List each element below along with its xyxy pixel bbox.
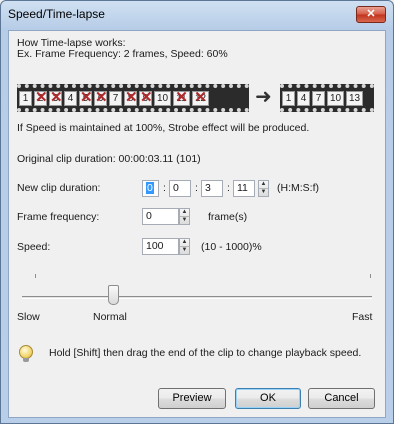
frame-frequency-unit: frame(s) [208, 211, 248, 223]
speed-field[interactable]: 100 [142, 238, 179, 255]
spin-up-icon[interactable]: ▲ [180, 209, 189, 217]
slider-fast-label: Fast [352, 311, 373, 323]
film-frame: 7 [312, 90, 325, 106]
duration-spinner[interactable]: ▲ ▼ [258, 180, 269, 197]
speed-slider-thumb[interactable] [108, 285, 119, 305]
close-button[interactable]: ✕ [356, 6, 386, 23]
speed-spinner[interactable]: ▲ ▼ [179, 238, 190, 255]
dropped-frame-cross-icon: ✕ [80, 88, 93, 106]
lightbulb-icon [19, 345, 33, 362]
speed-label: Speed: [17, 241, 51, 253]
dropped-frame-cross-icon: ✕ [194, 88, 207, 106]
duration-minutes-field[interactable]: 0 [169, 180, 191, 197]
dropped-frame-cross-icon: ✕ [125, 88, 138, 106]
duration-format-hint: (H:M:S:f) [277, 182, 319, 194]
frame-frequency-field[interactable]: 0 [142, 208, 179, 225]
film-frame: 6 ✕ [94, 88, 108, 106]
film-frame: 4 [297, 90, 310, 106]
film-frame: 11 ✕ [173, 88, 190, 106]
source-film-strip: 1 2 ✕ 3 ✕ 4 5 ✕ 6 ✕ 7 8 ✕ 9 ✕ 10 11 ✕ 12 ✕ [17, 84, 249, 112]
dialog-body: How Time-lapse works: Ex. Frame Frequenc… [8, 30, 386, 418]
film-frame: 5 ✕ [79, 88, 93, 106]
duration-frames-field[interactable]: 11 [233, 180, 255, 197]
frame-frequency-spinner[interactable]: ▲ ▼ [179, 208, 190, 225]
film-frame: 1 [19, 90, 32, 106]
info-example: Ex. Frame Frequency: 2 frames, Speed: 60… [17, 48, 228, 60]
ok-button[interactable]: OK [235, 388, 301, 409]
preview-button[interactable]: Preview [158, 388, 226, 409]
duration-separator: : [163, 182, 166, 194]
speed-range-hint: (10 - 1000)% [201, 241, 262, 253]
title-bar[interactable]: Speed/Time-lapse ✕ [1, 1, 393, 29]
film-frame: 13 [346, 90, 363, 106]
spin-up-icon[interactable]: ▲ [259, 181, 268, 189]
spin-up-icon[interactable]: ▲ [180, 239, 189, 247]
film-frame: 3 ✕ [49, 88, 63, 106]
duration-separator: : [227, 182, 230, 194]
film-frame: 9 ✕ [139, 88, 153, 106]
window-title: Speed/Time-lapse [8, 7, 105, 21]
speed-slider-track[interactable] [22, 296, 372, 299]
close-icon: ✕ [366, 8, 376, 20]
duration-hours-field[interactable]: 0 [142, 180, 159, 197]
film-frame: 8 ✕ [124, 88, 138, 106]
film-frame: 10 [327, 90, 344, 106]
film-frame: 2 ✕ [34, 88, 48, 106]
slider-slow-label: Slow [17, 311, 40, 323]
slider-tick [35, 274, 36, 278]
dropped-frame-cross-icon: ✕ [50, 88, 63, 106]
slider-normal-label: Normal [93, 311, 127, 323]
arrow-right-icon: ➜ [255, 86, 272, 108]
new-duration-label: New clip duration: [17, 182, 101, 194]
film-frame: 4 [64, 90, 77, 106]
dropped-frame-cross-icon: ✕ [35, 88, 48, 106]
dropped-frame-cross-icon: ✕ [140, 88, 153, 106]
strobe-note: If Speed is maintained at 100%, Strobe e… [17, 122, 310, 134]
duration-seconds-field[interactable]: 3 [201, 180, 223, 197]
spin-down-icon[interactable]: ▼ [180, 247, 189, 255]
slider-tick [370, 274, 371, 278]
film-frame: 7 [109, 90, 122, 106]
spin-down-icon[interactable]: ▼ [259, 189, 268, 197]
dropped-frame-cross-icon: ✕ [95, 88, 108, 106]
film-frame: 10 [154, 90, 171, 106]
dropped-frame-cross-icon: ✕ [175, 88, 188, 106]
result-film-strip: 1 4 7 10 13 [280, 84, 374, 112]
spin-down-icon[interactable]: ▼ [180, 217, 189, 225]
film-frame: 12 ✕ [192, 88, 209, 106]
original-clip-duration: Original clip duration: 00:00:03.11 (101… [17, 153, 201, 165]
tip-text: Hold [Shift] then drag the end of the cl… [49, 347, 362, 359]
cancel-button[interactable]: Cancel [308, 388, 375, 409]
frame-frequency-label: Frame frequency: [17, 211, 100, 223]
speed-timelapse-dialog: Speed/Time-lapse ✕ How Time-lapse works:… [0, 0, 394, 424]
film-frame: 1 [282, 90, 295, 106]
duration-separator: : [195, 182, 198, 194]
